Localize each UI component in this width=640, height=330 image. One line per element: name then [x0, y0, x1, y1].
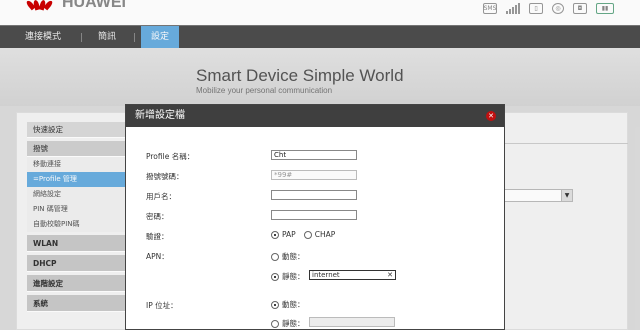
auth-radio-group: PAP CHAP: [271, 230, 340, 239]
apn-dynamic-radio[interactable]: [271, 252, 279, 261]
new-profile-dialog: 新增設定檔 ✕ Profile 名稱： Cht 撥號號碼： *99# 用戶名： …: [125, 104, 505, 330]
dial-number-input[interactable]: *99#: [271, 170, 357, 180]
auth-pap-label: PAP: [282, 230, 296, 239]
ip-static-group: 靜態：: [271, 318, 310, 329]
password-label: 密碼：: [146, 212, 169, 221]
close-icon[interactable]: ✕: [486, 111, 496, 121]
apn-label: APN：: [146, 252, 169, 261]
username-label: 用戶名：: [146, 192, 176, 201]
ip-dynamic-label: 動態：: [282, 300, 305, 309]
password-input[interactable]: [271, 210, 357, 220]
ip-static-radio[interactable]: [271, 319, 279, 328]
ip-dynamic-radio[interactable]: [271, 300, 279, 309]
apn-static-group: 靜態：: [271, 271, 310, 282]
auth-chap-label: CHAP: [314, 230, 336, 239]
apn-static-radio[interactable]: [271, 272, 279, 281]
username-input[interactable]: [271, 190, 357, 200]
apn-dynamic-label: 動態：: [282, 252, 305, 261]
apn-dynamic-group: 動態：: [271, 251, 310, 262]
ip-static-input[interactable]: [309, 317, 395, 327]
auth-pap-radio[interactable]: [271, 230, 279, 239]
apn-static-label: 靜態：: [282, 272, 305, 281]
auth-label: 驗證：: [146, 232, 169, 241]
profile-name-label: Profile 名稱：: [146, 152, 195, 161]
ip-static-label: 靜態：: [282, 319, 305, 328]
profile-name-input[interactable]: Cht: [271, 150, 357, 160]
apn-value: internet: [312, 271, 340, 279]
clear-icon[interactable]: ✕: [387, 271, 393, 279]
auth-chap-radio[interactable]: [303, 230, 312, 239]
ip-dynamic-group: 動態：: [271, 299, 310, 310]
apn-input[interactable]: internet ✕: [309, 270, 396, 280]
dialog-title: 新增設定檔: [126, 105, 504, 127]
ip-label: IP 位址：: [146, 301, 178, 310]
dial-number-label: 撥號號碼：: [146, 172, 184, 181]
